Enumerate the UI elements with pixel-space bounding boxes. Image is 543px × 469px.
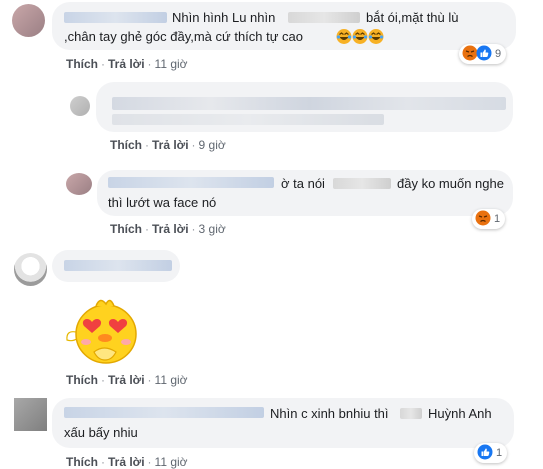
comment-actions: Thích · Trả lời · 9 giờ: [110, 138, 226, 152]
comment-text: Huỳnh Anh: [428, 406, 492, 421]
blurred-name: [64, 12, 167, 23]
comment-text: bắt ói,mặt thù lù: [366, 10, 459, 25]
comment-text: ờ ta nói: [281, 176, 325, 191]
like-link[interactable]: Thích: [66, 57, 98, 71]
reaction-count: 1: [494, 213, 501, 225]
blurred-name: [64, 407, 264, 418]
comment-text: đầy ko muốn nghe: [397, 176, 504, 191]
reaction-summary[interactable]: 9: [459, 44, 507, 64]
timestamp[interactable]: 11 giờ: [155, 373, 188, 387]
reply-link[interactable]: Trả lời: [152, 222, 189, 236]
blurred-name: [64, 260, 172, 271]
like-link[interactable]: Thích: [66, 455, 98, 469]
reply-link[interactable]: Trả lời: [152, 138, 189, 152]
comment-actions: Thích · Trả lời · 3 giờ: [110, 222, 226, 236]
reaction-count: 1: [496, 447, 503, 459]
timestamp[interactable]: 9 giờ: [199, 138, 226, 152]
blurred-name: [108, 177, 274, 188]
comment-text: ,chân tay ghẻ góc đầy,mà cứ thích tự cao: [64, 29, 304, 44]
blurred-comment-text: [112, 114, 384, 125]
blurred-comment-text: [112, 97, 506, 110]
like-link[interactable]: Thích: [66, 373, 98, 387]
avatar[interactable]: [14, 253, 47, 286]
blurred-word: [333, 178, 391, 189]
avatar[interactable]: [14, 398, 47, 431]
timestamp[interactable]: 3 giờ: [199, 222, 226, 236]
avatar[interactable]: [70, 96, 90, 116]
comment-actions: Thích · Trả lời · 11 giờ: [66, 455, 188, 469]
timestamp[interactable]: 11 giờ: [155, 455, 188, 469]
reaction-summary[interactable]: 1: [472, 209, 506, 229]
blurred-word: [288, 12, 360, 23]
reply-link[interactable]: Trả lời: [108, 455, 145, 469]
reply-link[interactable]: Trả lời: [108, 373, 145, 387]
avatar[interactable]: [12, 4, 45, 37]
comment-text: xấu bấy nhiu: [64, 425, 138, 440]
comment-text: thì lướt wa face nó: [108, 195, 217, 210]
timestamp[interactable]: 11 giờ: [155, 57, 188, 71]
reaction-count: 9: [495, 48, 502, 60]
reply-link[interactable]: Trả lời: [108, 57, 145, 71]
like-link[interactable]: Thích: [110, 138, 142, 152]
like-icon: [476, 45, 492, 64]
comment-text: Nhìn hình Lu nhìn: [172, 10, 276, 25]
comment-actions: Thích · Trả lời · 11 giờ: [66, 373, 188, 387]
blurred-word: [400, 408, 422, 419]
like-icon: [477, 444, 493, 463]
comment-text: Nhìn c xinh bnhiu thì: [270, 406, 389, 421]
angry-icon: [475, 210, 491, 229]
comment-actions: Thích · Trả lời · 11 giờ: [66, 57, 188, 71]
like-link[interactable]: Thích: [110, 222, 142, 236]
avatar[interactable]: [66, 173, 92, 195]
laughing-emoji-icon: [336, 28, 384, 48]
reaction-summary[interactable]: 1: [474, 443, 508, 463]
heart-eyes-chick-sticker[interactable]: [64, 292, 142, 366]
